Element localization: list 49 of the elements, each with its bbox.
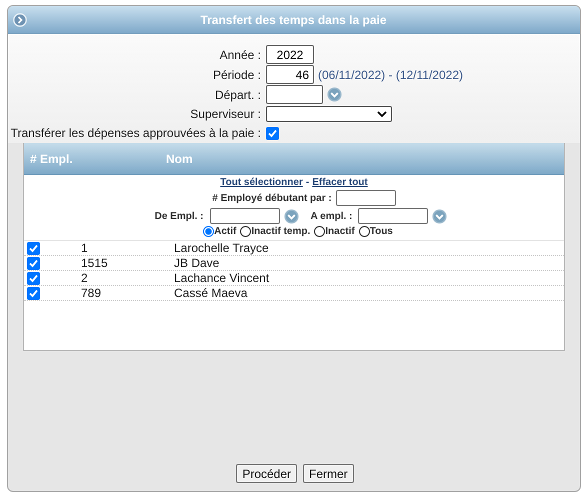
- radio-button[interactable]: [240, 226, 252, 237]
- field-label: Départ. :: [214, 88, 261, 102]
- table-cell-text: 789: [81, 286, 102, 300]
- separator: -: [306, 177, 310, 188]
- radio-button[interactable]: [203, 226, 214, 237]
- table-cell: JB Dave: [174, 256, 220, 270]
- checkbox[interactable]: [27, 242, 40, 254]
- column-header: # Empl.: [30, 152, 74, 166]
- table-cell: Larochelle Trayce: [174, 241, 269, 255]
- input-field[interactable]: [336, 190, 396, 206]
- table-cell-text: 1: [81, 241, 89, 255]
- select-all-link[interactable]: Tout sélectionner: [220, 177, 303, 188]
- checkbox[interactable]: [27, 256, 40, 270]
- field-label: Période :: [212, 68, 261, 82]
- filter-label: A empl. :: [310, 210, 352, 222]
- dropdown-field[interactable]: [266, 106, 392, 122]
- period-dates: (06/11/2022) - (12/11/2022): [318, 68, 463, 82]
- input-field[interactable]: 46: [266, 65, 314, 84]
- field-label: Transférer les dépenses approuvées à la paie :: [10, 126, 261, 140]
- table-cell-text: 1515: [81, 256, 109, 270]
- table-cell: Lachance Vincent: [174, 271, 270, 285]
- radio-label: Actif: [214, 226, 236, 237]
- radio-label: Tous: [370, 226, 393, 237]
- column-header: Nom: [166, 152, 193, 166]
- table-cell: Cassé Maeva: [174, 286, 248, 300]
- radio-label: Inactif: [325, 226, 355, 237]
- input-field[interactable]: [358, 208, 428, 224]
- input-field[interactable]: 2022: [266, 45, 314, 64]
- checkbox[interactable]: [266, 126, 279, 140]
- caret-icon: [377, 110, 387, 118]
- input-field[interactable]: [210, 208, 280, 224]
- action-button[interactable]: Fermer: [303, 464, 354, 483]
- checkbox[interactable]: [27, 286, 40, 300]
- field-label: Année :: [220, 48, 261, 62]
- dropdown-icon[interactable]: [327, 87, 342, 102]
- checkbox[interactable]: [27, 272, 40, 284]
- radio-button[interactable]: [314, 226, 326, 237]
- field-label: Superviseur :: [190, 107, 261, 121]
- radio-button[interactable]: [358, 226, 370, 237]
- action-button[interactable]: Procéder: [236, 464, 298, 483]
- input-field[interactable]: [266, 85, 323, 104]
- window-title: Transfert des temps dans la paie: [199, 12, 388, 26]
- clear-all-link[interactable]: Effacer tout: [312, 177, 368, 188]
- table-cell-text: 2: [81, 271, 89, 285]
- filter-label: De Empl. :: [154, 210, 204, 222]
- filter-label: # Employé débutant par :: [212, 192, 332, 204]
- dropdown-icon[interactable]: [284, 208, 299, 224]
- dropdown-icon[interactable]: [432, 208, 448, 224]
- radio-label: Inactif temp.: [251, 226, 310, 237]
